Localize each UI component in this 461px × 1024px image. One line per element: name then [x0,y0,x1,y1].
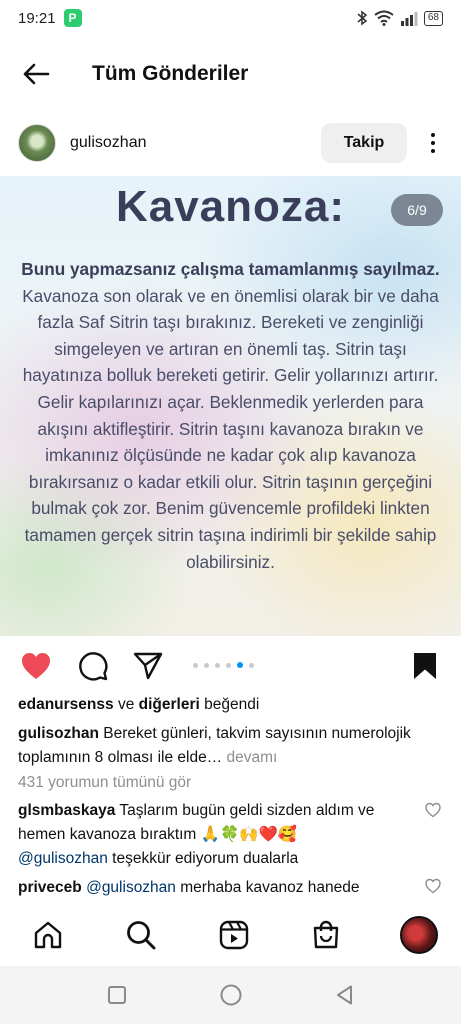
app-header: Tüm Gönderiler [0,48,461,100]
wifi-icon [374,10,394,26]
page-title: Tüm Gönderiler [92,62,249,85]
nav-profile-button[interactable] [399,915,439,955]
bottom-navigation [0,904,461,966]
author-username[interactable]: gulisozhan [70,134,147,152]
post-image-body-text: Kavanoza son olarak ve en önemlisi olara… [22,285,439,572]
system-navigation-bar [0,966,461,1024]
comment-mention[interactable]: @gulisozhan [18,850,108,867]
post-caption: gulisozhan Bereket günleri, takvim sayıs… [18,722,443,770]
nav-home-button[interactable] [28,915,68,955]
status-bar: 19:21 P 68 [0,0,461,36]
back-triangle-icon [336,985,352,1005]
status-time: 19:21 [18,9,56,27]
shopping-bag-icon [314,920,339,949]
like-button[interactable] [18,648,54,684]
carousel-indicator [193,662,254,668]
caption-more-link[interactable]: devamı [222,749,277,766]
more-vertical-icon [431,133,435,137]
system-home-button[interactable] [217,981,245,1009]
signal-icon [400,12,418,26]
liked-connector: ve [113,696,139,713]
comment-button[interactable] [75,648,111,684]
circle-icon [220,984,241,1006]
liked-others[interactable]: diğerleri [139,696,200,713]
liked-suffix: beğendi [199,696,260,713]
comment-bubble-icon [79,652,108,681]
likes-summary[interactable]: edanursenss ve diğerleri beğendi [18,696,259,714]
bookmark-filled-icon [414,653,436,679]
profile-avatar [400,916,438,954]
carousel-dot [226,662,231,668]
post-author-row: gulisozhan Takip [0,120,461,166]
bluetooth-icon [357,10,368,26]
comment-username[interactable]: priveceb [18,879,82,896]
app-notification-icon: P [63,9,82,27]
more-options-button[interactable] [413,123,453,163]
search-icon [126,921,156,950]
share-button[interactable] [130,648,166,684]
view-all-comments-link[interactable]: 431 yorumun tümünü gör [18,774,191,792]
carousel-dot [204,662,209,668]
back-button[interactable] [18,56,54,92]
reels-icon [219,920,248,950]
system-back-button[interactable] [331,981,359,1009]
carousel-page-badge: 6/9 [391,194,443,226]
author-avatar[interactable] [18,124,56,162]
comment-mention[interactable]: @gulisozhan [86,879,176,896]
comment-text: merhaba kavanoz hanede [175,879,360,896]
more-dot [431,149,435,153]
status-indicators: 68 [356,10,443,26]
liked-by-username[interactable]: edanursenss [18,696,114,713]
paper-plane-icon [133,652,163,680]
comment-item: glsmbaskaya Taşlarım bugün geldi sizden … [18,799,408,871]
nav-shop-button[interactable] [306,915,346,955]
comment-item: priveceb @gulisozhan merhaba kavanoz han… [18,876,408,904]
comment-like-icon[interactable] [425,878,441,894]
comment-username[interactable]: glsmbaskaya [18,802,115,819]
post-image-bold-text: Bunu yapmazsanız çalışma tamamlanmış say… [21,259,440,279]
carousel-dot [215,662,220,668]
nav-reels-button[interactable] [214,915,254,955]
post-image-text: Bunu yapmazsanız çalışma tamamlanmış say… [14,256,447,575]
carousel-dot [193,662,198,668]
caption-username[interactable]: gulisozhan [18,725,99,742]
post-image[interactable]: Kavanoza: 6/9 Bunu yapmazsanız çalışma t… [0,176,461,636]
save-button[interactable] [407,648,443,684]
carousel-dot-active [237,662,243,668]
more-dot [431,141,435,145]
home-icon [34,921,62,949]
carousel-dot [249,662,254,668]
heart-filled-icon [22,653,50,679]
post-actions [0,646,461,686]
comment-like-icon[interactable] [425,802,441,818]
follow-button[interactable]: Takip [321,123,407,163]
comment-text-continued: teşekkür ediyorum dualarla [107,850,299,867]
battery-icon: 68 [423,10,443,26]
nav-search-button[interactable] [121,915,161,955]
arrow-left-icon [23,63,50,85]
system-recents-button[interactable] [103,981,131,1009]
square-icon [107,986,126,1004]
